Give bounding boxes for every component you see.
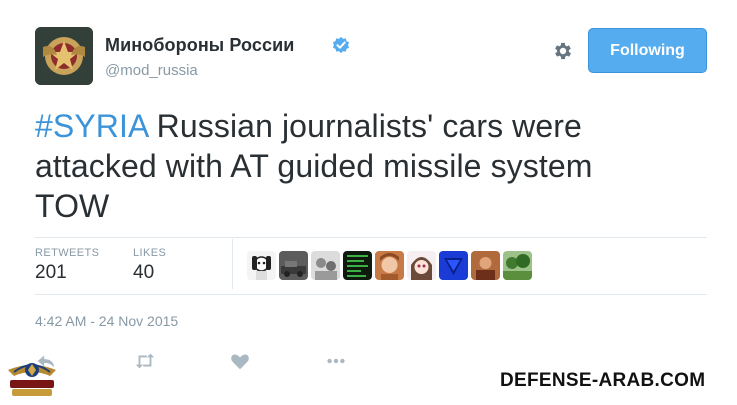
following-button[interactable]: Following [588,28,707,73]
liker-avatar[interactable] [375,251,404,280]
liker-avatar[interactable] [407,251,436,280]
liker-avatar[interactable] [439,251,468,280]
likers-list [247,251,532,280]
likes-count: 40 [133,262,155,283]
tweet-text: #SYRIA Russian journalists' cars were at… [35,106,675,226]
divider [35,294,707,295]
avatar[interactable] [35,27,93,85]
hashtag-link[interactable]: #SYRIA [35,108,148,144]
liker-avatar[interactable] [279,251,308,280]
liker-avatar[interactable] [343,251,372,280]
watermark-text: DEFENSE-ARAB.COM [500,370,706,391]
handle[interactable]: @mod_russia [105,62,198,79]
heart-icon[interactable] [229,350,251,372]
retweet-icon[interactable] [134,350,156,372]
stats-separator [232,239,233,289]
verified-badge-icon [332,36,350,54]
likes-label: LIKES [133,247,167,259]
liker-avatar[interactable] [503,251,532,280]
liker-avatar[interactable] [247,251,276,280]
liker-avatar[interactable] [311,251,340,280]
timestamp[interactable]: 4:42 AM - 24 Nov 2015 [35,313,178,329]
retweets-stat[interactable]: RETWEETS 201 [35,247,99,284]
more-icon[interactable] [325,350,347,372]
liker-avatar[interactable] [471,251,500,280]
divider [35,237,707,238]
gear-icon[interactable] [552,40,574,62]
likes-stat[interactable]: LIKES 40 [133,247,166,284]
retweets-label: RETWEETS [35,247,100,259]
retweets-count: 201 [35,262,67,283]
display-name[interactable]: Минобороны России [105,35,294,56]
watermark-badge [4,356,60,400]
